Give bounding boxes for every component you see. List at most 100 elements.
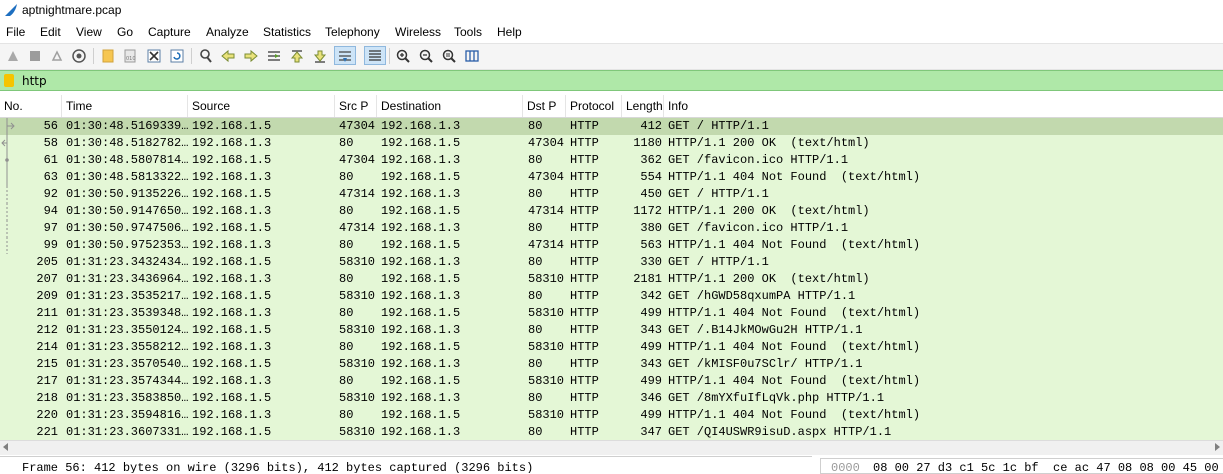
menu-go[interactable]: Go xyxy=(117,25,133,39)
packet-cell-src: 192.168.1.5 xyxy=(192,187,272,201)
display-filter-bar[interactable]: http xyxy=(0,70,1223,91)
save-file-icon[interactable]: 010 xyxy=(122,48,138,64)
packet-row[interactable]: 215 01:31:23.3570540… 192.168.1.5 58310 192.… xyxy=(0,356,1223,373)
column-header-info[interactable]: Info xyxy=(664,95,1223,117)
menu-analyze[interactable]: Analyze xyxy=(206,25,249,39)
packet-cell-dport: 47304 xyxy=(528,170,565,184)
horizontal-scrollbar[interactable] xyxy=(0,440,1223,455)
menu-edit[interactable]: Edit xyxy=(40,25,61,39)
packet-cell-src: 192.168.1.3 xyxy=(192,272,272,286)
zoom-in-icon[interactable] xyxy=(395,48,411,64)
column-header-protocol[interactable]: Protocol xyxy=(566,95,622,117)
packet-list: 56 01:30:48.5169339… 192.168.1.5 47304 192.1… xyxy=(0,118,1223,440)
menu-statistics[interactable]: Statistics xyxy=(263,25,311,39)
packet-cell-info: HTTP/1.1 404 Not Found (text/html) xyxy=(668,306,921,320)
display-filter-input[interactable]: http xyxy=(22,74,47,88)
go-to-packet-icon[interactable] xyxy=(266,48,282,64)
packet-cell-proto: HTTP xyxy=(570,187,599,201)
reload-file-icon[interactable] xyxy=(169,48,185,64)
packet-cell-no: 221 xyxy=(36,425,58,439)
go-last-packet-icon[interactable] xyxy=(312,48,328,64)
packet-cell-src: 192.168.1.5 xyxy=(192,357,272,371)
packet-row[interactable]: 207 01:31:23.3436964… 192.168.1.3 80 192.168… xyxy=(0,271,1223,288)
frame-summary-line[interactable]: Frame 56: 412 bytes on wire (3296 bits),… xyxy=(22,461,533,473)
packet-cell-src: 192.168.1.3 xyxy=(192,204,272,218)
menu-file[interactable]: File xyxy=(6,25,25,39)
column-header-destination[interactable]: Destination xyxy=(377,95,523,117)
packet-cell-proto: HTTP xyxy=(570,391,599,405)
scroll-right-arrow-icon[interactable] xyxy=(1215,443,1220,451)
packet-cell-dport: 47314 xyxy=(528,238,565,252)
packet-cell-sport: 47304 xyxy=(339,153,376,167)
packet-row[interactable]: 97 01:30:50.9747506… 192.168.1.5 47314 192.1… xyxy=(0,220,1223,237)
packet-cell-info: GET /QI4USWR9isuD.aspx HTTP/1.1 xyxy=(668,425,892,439)
menu-view[interactable]: View xyxy=(76,25,102,39)
packet-row[interactable]: 212 01:31:23.3550124… 192.168.1.5 58310 192.… xyxy=(0,322,1223,339)
packet-cell-info: GET /hGWD58qxumPA HTTP/1.1 xyxy=(668,289,856,303)
packet-row[interactable]: 99 01:30:50.9752353… 192.168.1.3 80 192.168.… xyxy=(0,237,1223,254)
packet-cell-no: 92 xyxy=(43,187,58,201)
packet-row[interactable]: 220 01:31:23.3594816… 192.168.1.3 80 192.168… xyxy=(0,407,1223,424)
packet-row[interactable]: 58 01:30:48.5182782… 192.168.1.3 80 192.168.… xyxy=(0,135,1223,152)
zoom-out-icon[interactable] xyxy=(418,48,434,64)
packet-cell-dport: 58310 xyxy=(528,272,565,286)
packet-cell-len: 412 xyxy=(640,119,662,133)
packet-row[interactable]: 56 01:30:48.5169339… 192.168.1.5 47304 192.1… xyxy=(0,118,1223,135)
scroll-left-arrow-icon[interactable] xyxy=(3,443,8,451)
column-header-length[interactable]: Length xyxy=(622,95,664,117)
packet-cell-sport: 80 xyxy=(339,374,354,388)
bookmark-icon[interactable] xyxy=(4,74,14,87)
start-capture-icon[interactable] xyxy=(5,48,21,64)
restart-capture-icon[interactable] xyxy=(49,48,65,64)
go-first-packet-icon[interactable] xyxy=(289,48,305,64)
menu-wireless[interactable]: Wireless xyxy=(395,25,441,39)
open-file-icon[interactable] xyxy=(100,48,116,64)
colorize-packet-list-icon[interactable] xyxy=(364,46,386,65)
close-file-icon[interactable] xyxy=(146,48,162,64)
autoscroll-icon[interactable] xyxy=(334,46,356,65)
menu-telephony[interactable]: Telephony xyxy=(325,25,380,39)
packet-cell-proto: HTTP xyxy=(570,408,599,422)
toolbar-separator xyxy=(93,48,94,64)
capture-options-icon[interactable] xyxy=(71,48,87,64)
normal-size-icon[interactable] xyxy=(441,48,457,64)
packet-row[interactable]: 209 01:31:23.3535217… 192.168.1.5 58310 192.… xyxy=(0,288,1223,305)
packet-row[interactable]: 221 01:31:23.3607331… 192.168.1.5 58310 192.… xyxy=(0,424,1223,440)
packet-row[interactable]: 214 01:31:23.3558212… 192.168.1.3 80 192.168… xyxy=(0,339,1223,356)
packet-cell-time: 01:31:23.3570540… xyxy=(66,357,189,371)
packet-row[interactable]: 94 01:30:50.9147650… 192.168.1.3 80 192.168.… xyxy=(0,203,1223,220)
column-header-dst-port[interactable]: Dst P xyxy=(523,95,566,117)
menu-bar: File Edit View Go Capture Analyze Statis… xyxy=(0,22,1223,42)
packet-row[interactable]: 92 01:30:50.9135226… 192.168.1.5 47314 192.1… xyxy=(0,186,1223,203)
packet-cell-time: 01:31:23.3607331… xyxy=(66,425,189,439)
packet-row[interactable]: 63 01:30:48.5813322… 192.168.1.3 80 192.168.… xyxy=(0,169,1223,186)
packet-row[interactable]: 211 01:31:23.3539348… 192.168.1.3 80 192.168… xyxy=(0,305,1223,322)
packet-row[interactable]: 217 01:31:23.3574344… 192.168.1.3 80 192.168… xyxy=(0,373,1223,390)
resize-columns-icon[interactable] xyxy=(464,48,480,64)
bytes-hex[interactable]: 08 00 27 d3 c1 5c 1c bf ce ac 47 08 08 0… xyxy=(873,461,1219,473)
packet-cell-no: 97 xyxy=(43,221,58,235)
packet-row[interactable]: 61 01:30:48.5807814… 192.168.1.5 47304 192.1… xyxy=(0,152,1223,169)
find-packet-icon[interactable] xyxy=(198,48,214,64)
menu-tools[interactable]: Tools xyxy=(454,25,482,39)
packet-cell-proto: HTTP xyxy=(570,153,599,167)
packet-cell-sport: 58310 xyxy=(339,357,376,371)
packet-row[interactable]: 205 01:31:23.3432434… 192.168.1.5 58310 192.… xyxy=(0,254,1223,271)
packet-cell-no: 214 xyxy=(36,340,58,354)
packet-cell-dport: 80 xyxy=(528,187,543,201)
stop-capture-icon[interactable] xyxy=(27,48,43,64)
packet-cell-info: HTTP/1.1 404 Not Found (text/html) xyxy=(668,408,921,422)
go-back-icon[interactable] xyxy=(220,48,236,64)
column-header-no[interactable]: No. xyxy=(0,95,62,117)
packet-cell-len: 499 xyxy=(640,306,662,320)
column-header-source[interactable]: Source xyxy=(188,95,335,117)
packet-cell-len: 343 xyxy=(640,323,662,337)
packet-cell-no: 211 xyxy=(36,306,58,320)
packet-row[interactable]: 218 01:31:23.3583850… 192.168.1.5 58310 192.… xyxy=(0,390,1223,407)
column-header-time[interactable]: Time xyxy=(62,95,188,117)
menu-help[interactable]: Help xyxy=(497,25,522,39)
go-forward-icon[interactable] xyxy=(243,48,259,64)
menu-capture[interactable]: Capture xyxy=(148,25,191,39)
packet-cell-dst: 192.168.1.5 xyxy=(381,374,461,388)
column-header-src-port[interactable]: Src P xyxy=(335,95,377,117)
